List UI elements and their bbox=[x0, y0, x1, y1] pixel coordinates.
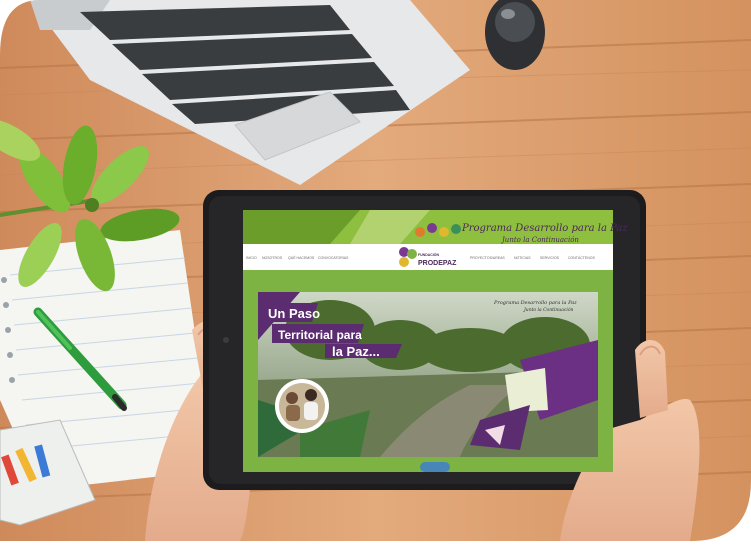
hero-circle-photo bbox=[275, 379, 329, 433]
hero-line-2: Territorial para bbox=[278, 328, 362, 342]
hero-caption-line2: Junto la Continuación bbox=[523, 306, 574, 313]
program-title-line2: Junto la Continuación bbox=[500, 236, 579, 244]
nav-item-contactenos[interactable]: CONTÁCTENOS bbox=[568, 256, 596, 260]
hero-line-3: la Paz... bbox=[332, 344, 380, 359]
nav-item-convocatorias[interactable]: CONVOCATORIAS bbox=[318, 256, 349, 260]
brand-small: FUNDACIÓN bbox=[418, 252, 439, 257]
nav-item-noticias[interactable]: NOTICIAS bbox=[514, 256, 531, 260]
nav-item-proyectos[interactable]: PROYECTOS/AREAS bbox=[470, 256, 505, 260]
scene-svg: Programa Desarrollo para la Paz Junto la… bbox=[0, 0, 751, 541]
nav-item-que-hacemos[interactable]: QUÉ HACEMOS bbox=[288, 255, 315, 260]
hero-line-1: Un Paso bbox=[268, 306, 320, 321]
nav-item-servicios[interactable]: SERVICIOS bbox=[540, 256, 560, 260]
brand-large: PRODEPAZ bbox=[418, 260, 457, 267]
nav-item-nosotros[interactable]: NOSOTROS bbox=[262, 256, 283, 260]
hero-caption-line1: Programa Desarrollo para la Paz bbox=[493, 300, 577, 306]
program-title-line1: Programa Desarrollo para la Paz bbox=[461, 223, 628, 234]
photo-scene: Programa Desarrollo para la Paz Junto la… bbox=[0, 0, 751, 541]
nav-item-inicio[interactable]: INICIO bbox=[246, 256, 257, 260]
